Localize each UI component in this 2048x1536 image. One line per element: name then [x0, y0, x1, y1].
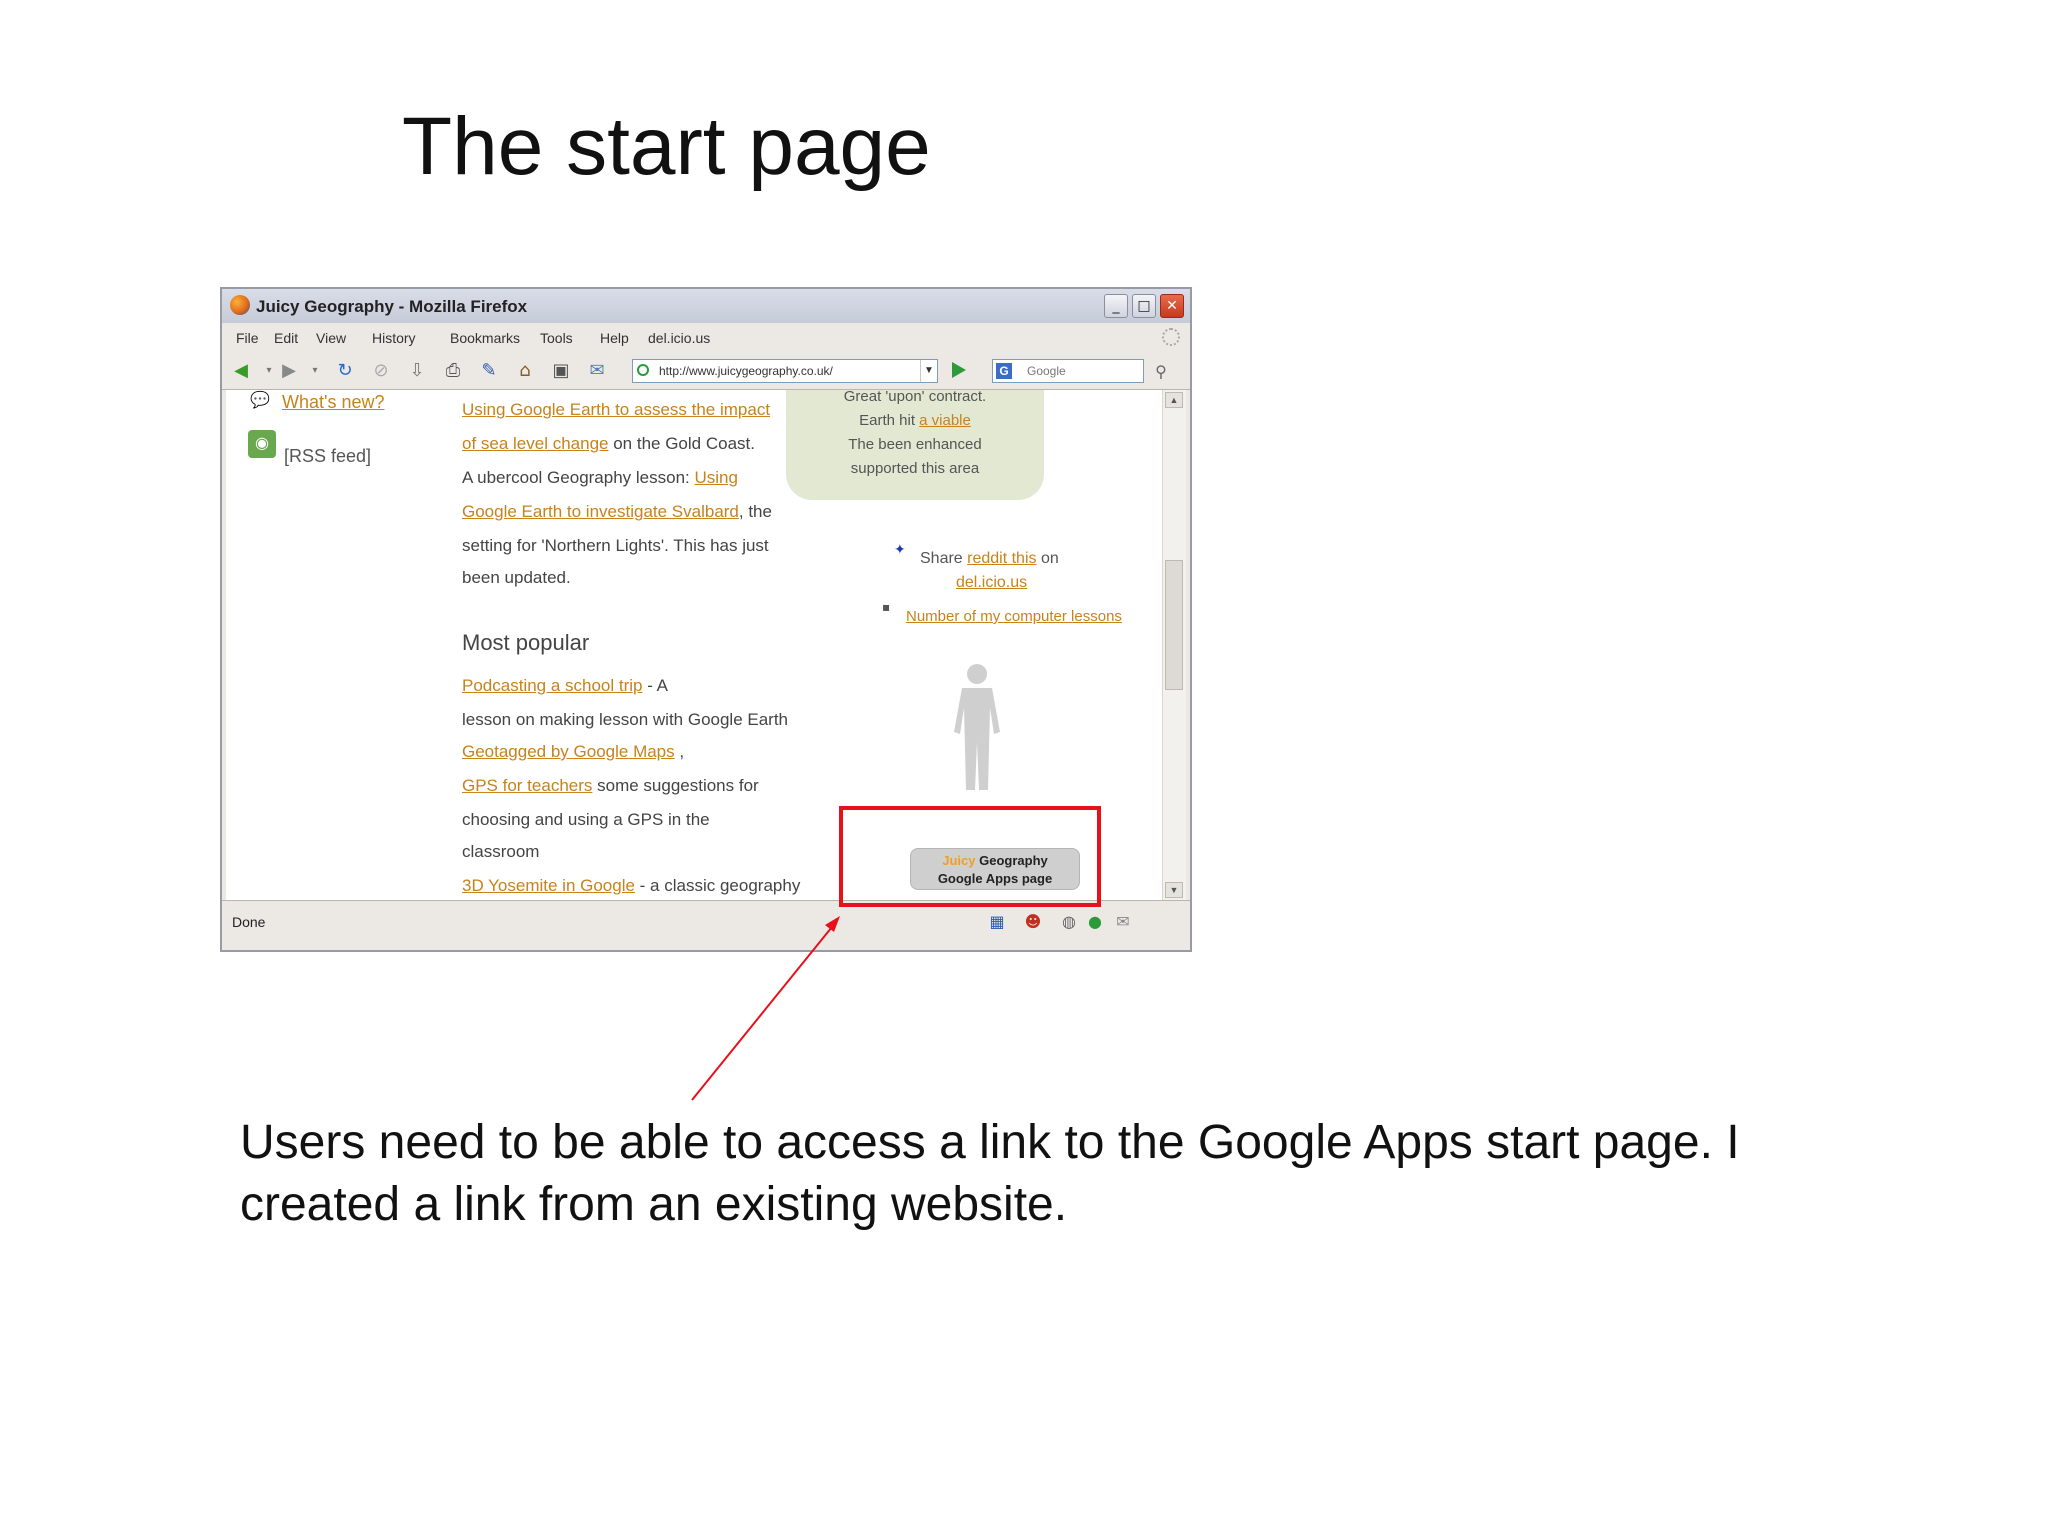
annotation-arrow: [691, 916, 840, 1101]
slide: The start page Juicy Geography - Mozilla…: [0, 0, 2048, 1536]
slide-caption: Users need to be able to access a link t…: [240, 1116, 1740, 1231]
